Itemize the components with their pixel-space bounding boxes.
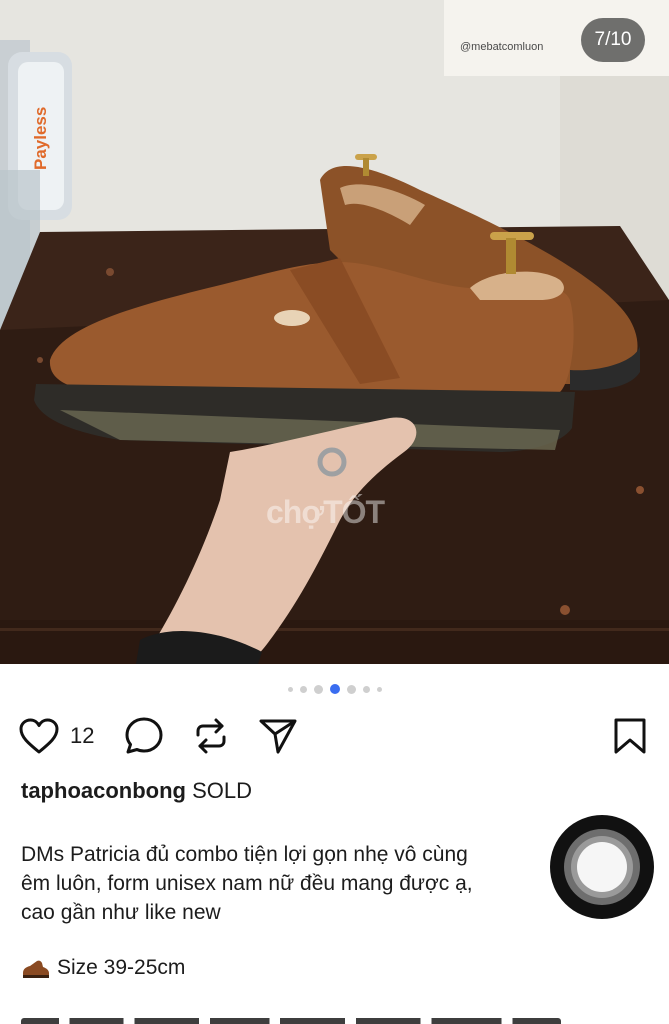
heart-icon [19, 718, 59, 754]
assistive-touch-button[interactable] [550, 815, 654, 919]
likes-count: 12 [70, 723, 95, 748]
repost-button[interactable] [192, 716, 230, 756]
bookmark-button[interactable] [613, 717, 647, 755]
caption-overflow-line [21, 1014, 561, 1024]
size-text: Size 39-25cm [57, 956, 186, 979]
post-status: SOLD [192, 778, 253, 803]
watermark: chợTỐT [266, 494, 385, 530]
repost-icon [196, 718, 226, 754]
post-author-line: taphoaconbong SOLD [21, 778, 252, 804]
carousel-dot [362, 685, 370, 693]
image-counter: 7/10 [581, 18, 645, 62]
carousel-indicator [0, 684, 669, 694]
post-photo[interactable]: @mebatcomluon Payless 7/10 chợTỐT [0, 0, 669, 664]
post-action-bar: 12 [18, 714, 651, 758]
carousel-dot [299, 685, 307, 693]
comment-icon [125, 717, 163, 754]
brown-shoe-icon [23, 960, 49, 978]
carousel-dot [376, 686, 382, 692]
share-button[interactable] [258, 716, 298, 756]
send-icon [259, 719, 297, 754]
carousel-dot [346, 684, 356, 694]
carousel-dot [313, 684, 323, 694]
payless-label: Payless [31, 107, 50, 170]
poster-sign-text: @mebatcomluon [460, 41, 543, 53]
comment-button[interactable] [124, 716, 164, 756]
carousel-dot-active [329, 684, 340, 694]
shoe-photo-illustration: @mebatcomluon Payless [0, 0, 669, 664]
like-button[interactable] [18, 717, 60, 755]
username-link[interactable]: taphoaconbong [21, 778, 186, 803]
post-caption: DMs Patricia đủ combo tiện lợi gọn nhẹ v… [21, 843, 473, 924]
carousel-dot [287, 686, 293, 692]
size-info: Size 39-25cm [21, 956, 185, 980]
bookmark-icon [614, 718, 646, 754]
